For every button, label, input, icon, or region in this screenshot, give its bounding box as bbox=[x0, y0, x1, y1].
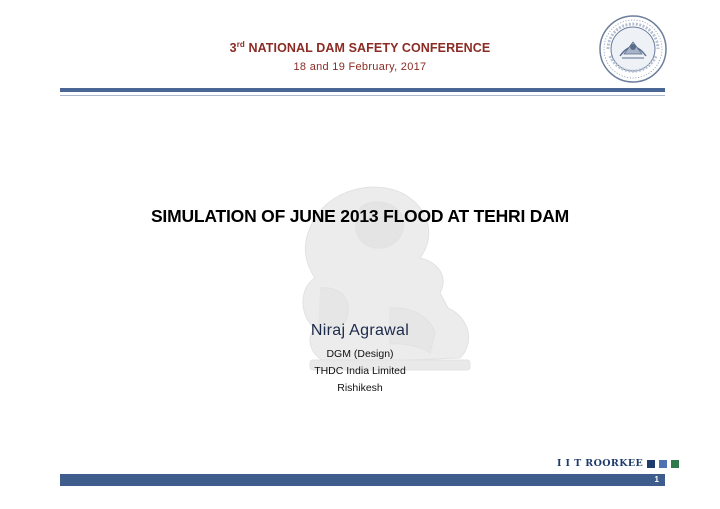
header-divider bbox=[60, 88, 665, 92]
slide: 3rd NATIONAL DAM SAFETY CONFERENCE 18 an… bbox=[0, 0, 720, 509]
iit-roorkee-brand: I I T ROORKEE bbox=[557, 458, 680, 469]
brand-square-blue-icon bbox=[659, 459, 668, 468]
conference-name: NATIONAL DAM SAFETY CONFERENCE bbox=[244, 41, 491, 55]
brand-square-dark-icon bbox=[647, 459, 656, 468]
presenter-block: Niraj Agrawal DGM (Design) THDC India Li… bbox=[0, 322, 720, 394]
presenter-name: Niraj Agrawal bbox=[310, 322, 410, 339]
header-divider-thin bbox=[60, 95, 665, 96]
presenter-location: Rishikesh bbox=[337, 382, 383, 394]
brand-text: I I T ROORKEE bbox=[557, 458, 644, 469]
iit-roorkee-seal-icon bbox=[599, 15, 667, 83]
presenter-organization: THDC India Limited bbox=[314, 365, 406, 377]
footer-bar: 1 bbox=[60, 474, 665, 486]
presenter-designation: DGM (Design) bbox=[326, 348, 394, 360]
brand-square-green-icon bbox=[671, 459, 680, 468]
page-number: 1 bbox=[654, 475, 659, 484]
conference-number-suffix: rd bbox=[236, 40, 245, 49]
conference-number: 3 bbox=[229, 41, 237, 55]
presentation-title: SIMULATION OF JUNE 2013 FLOOD AT TEHRI D… bbox=[150, 206, 570, 226]
